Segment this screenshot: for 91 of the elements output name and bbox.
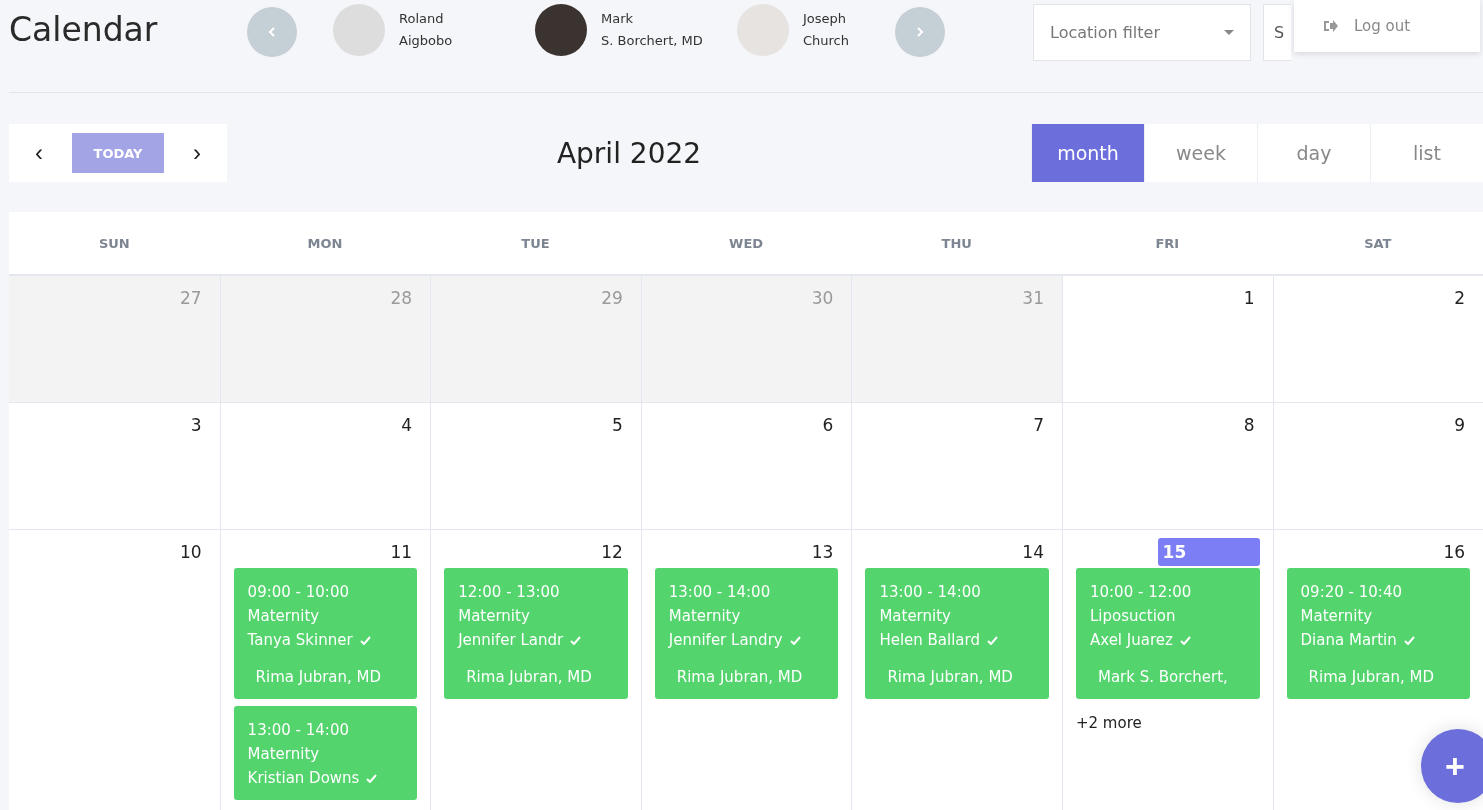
day-cell[interactable]: 5 [430,403,641,529]
weekday-header: MON [306,234,344,253]
caret-icon [1224,29,1234,36]
patient-name: Helen Ballard [879,630,980,651]
weekday-header: FRI [1154,234,1181,253]
next-month-button[interactable]: › [189,139,205,167]
appointment-time: 12:00 - 13:00 [458,582,561,603]
doctor-name[interactable]: Roland Aigbobo [399,8,453,52]
day-number: 1 [1242,287,1256,310]
day-cell[interactable]: 1 [1061,276,1273,402]
weekday-header: THU [940,234,973,253]
patient-name: Jennifer Landry [668,630,783,651]
view-tab[interactable]: list [1370,124,1483,182]
day-number: 15 [1157,538,1260,566]
day-cell[interactable]: 2 [1272,276,1483,402]
day-cell[interactable]: 6 [640,403,852,529]
day-number: 2 [1453,287,1467,310]
doctor-name: Rima Jubran, MD [886,667,1014,688]
day-cell[interactable]: 4 [219,403,431,529]
day-number: 6 [821,414,835,437]
patient-name: Kristian Downs [247,768,360,789]
weekday-header: SUN [97,234,131,253]
appointment-type: Maternity [247,606,321,627]
doctor-name[interactable]: Mark S. Borchert, MD [601,8,703,52]
previous-month-button[interactable]: ‹ [31,139,47,167]
patient-name: Axel Juarez [1089,630,1173,651]
view-tab[interactable]: day [1257,124,1370,182]
doctor-name: Rima Jubran, MD [675,667,804,688]
appointment-type: Liposuction [1089,606,1177,627]
next-doctors-button[interactable] [895,7,945,57]
weekday-header: SAT [1363,234,1393,253]
day-number: 29 [600,287,624,310]
chevron-left-icon [266,26,278,38]
appointment-time: 09:20 - 10:40 [1300,582,1403,603]
day-cell[interactable]: 8 [1061,403,1273,529]
appointment-time: 13:00 - 14:00 [879,582,982,603]
day-cell[interactable]: 14 13:00 - 14:00 Maternity Helen Ballard Rima Jubran, MD [851,530,1062,810]
doctor-name: Rima Jubran, MD [254,667,383,688]
day-cell[interactable]: 15 10:00 - 12:00 Liposuction Axel Juarez Mark S. Borchert, +2 more [1061,530,1273,810]
day-number: 11 [389,541,414,564]
doctor-name: Rima Jubran, MD [465,667,593,688]
avatar-photo-placeholder[interactable] [535,4,587,56]
day-number: 31 [1021,287,1045,310]
day-number: 28 [389,287,414,310]
day-cell[interactable]: 13 13:00 - 14:00 Maternity Jennifer Landry Rima Jubran, MD [640,530,852,810]
weekday-header: TUE [520,234,551,253]
location-filter-dropdown[interactable]: Location filter [1033,4,1251,61]
doctor-name: Rima Jubran, MD [1307,667,1436,688]
day-cell[interactable]: 3 [9,403,220,529]
appointment-type: Maternity [458,606,531,627]
page-title: Calendar [9,10,159,49]
day-number: 3 [189,414,203,437]
patient-name: Tanya Skinner [247,630,353,651]
day-cell[interactable]: 12 12:00 - 13:00 Maternity Jennifer Landr Rima Jubran, MD [430,530,641,810]
doctor-name[interactable]: Joseph Church [803,8,849,52]
appointment-type: Maternity [247,744,321,765]
previous-doctors-button[interactable] [247,7,297,57]
more-events-link[interactable]: +2 more [1075,706,1260,732]
chevron-right-icon [914,26,926,38]
logout-menu-item[interactable]: Log out [1294,17,1411,35]
day-number: 10 [178,541,203,564]
day-number: 7 [1032,414,1045,437]
day-number: 13 [810,541,835,564]
appointment-type: Maternity [879,606,952,627]
appointment-type: Maternity [668,606,742,627]
day-number: 30 [810,287,835,310]
day-number: 12 [600,541,624,564]
logout-icon [1324,20,1338,32]
view-tab[interactable]: month [1031,124,1144,182]
month-title: April 2022 [555,136,703,170]
day-number: 14 [1021,541,1045,564]
filter-dropdown[interactable]: S [1263,4,1291,61]
day-cell[interactable]: 9 [1272,403,1483,529]
patient-name: Jennifer Landr [458,630,564,651]
doctor-name: Mark S. Borchert, [1096,667,1229,688]
day-number: 16 [1442,541,1467,564]
appointment-type: Maternity [1300,606,1374,627]
day-cell[interactable]: 7 [851,403,1062,529]
day-cell[interactable]: 10 [9,530,220,810]
weekday-header: WED [728,234,765,253]
appointment-time: 13:00 - 14:00 [247,720,350,741]
appointment-time: 10:00 - 12:00 [1089,582,1193,603]
day-number: 5 [610,414,624,437]
appointment-time: 13:00 - 14:00 [668,582,772,603]
day-number: 8 [1242,414,1256,437]
appointment-time: 09:00 - 10:00 [247,582,350,603]
view-tab[interactable]: week [1144,124,1257,182]
day-number: 9 [1453,414,1467,437]
day-number: 27 [178,287,203,310]
patient-name: Diana Martin [1300,630,1397,651]
day-number: 4 [400,414,414,437]
